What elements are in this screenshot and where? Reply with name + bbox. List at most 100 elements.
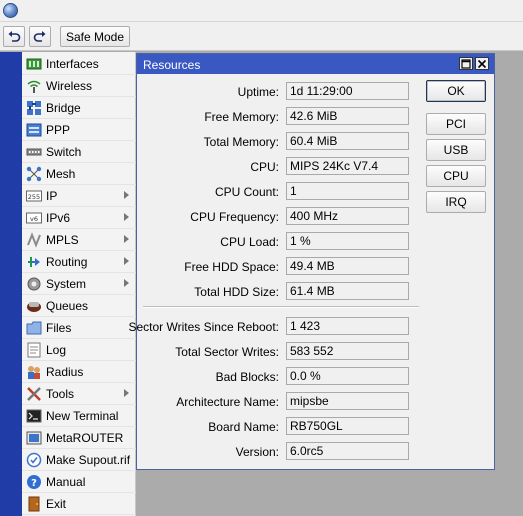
sidebar-item-interfaces[interactable]: Interfaces <box>22 53 136 75</box>
submenu-arrow-icon <box>124 235 129 243</box>
uptime-label: Uptime: <box>237 85 279 99</box>
safe-mode-label: Safe Mode <box>65 29 125 44</box>
sidebar-item-ppp[interactable]: PPP <box>22 119 136 141</box>
pci-button[interactable]: PCI <box>426 113 486 135</box>
cpu-frequency-field: 400 MHz <box>286 207 409 225</box>
free-memory-label: Free Memory: <box>204 110 279 124</box>
cpu-load-label: CPU Load: <box>220 235 279 249</box>
log-icon <box>26 342 42 358</box>
sidebar-item-ipv6[interactable]: v6 IPv6 <box>22 207 136 229</box>
sidebar-item-ip[interactable]: 255 IP <box>22 185 136 207</box>
irq-button[interactable]: IRQ <box>426 191 486 213</box>
sidebar-item-mpls[interactable]: MPLS <box>22 229 136 251</box>
interfaces-icon <box>26 56 42 72</box>
queues-icon <box>26 298 42 314</box>
routing-icon <box>26 254 42 270</box>
free-memory-field: 42.6 MiB <box>286 107 409 125</box>
total-sector-writes-label: Total Sector Writes: <box>175 345 279 359</box>
toolbar: Safe Mode <box>0 22 523 51</box>
cpu-label: CPU: <box>250 160 279 174</box>
redo-button[interactable] <box>29 26 51 47</box>
close-icon <box>477 59 487 68</box>
submenu-arrow-icon <box>124 389 129 397</box>
total-memory-field: 60.4 MiB <box>286 132 409 150</box>
sidebar-item-routing[interactable]: Routing <box>22 251 136 273</box>
sidebar-item-log[interactable]: Log <box>22 339 136 361</box>
safe-mode-button[interactable]: Safe Mode <box>60 26 130 47</box>
wireless-icon <box>26 78 42 94</box>
cpu-frequency-label: CPU Frequency: <box>190 210 279 224</box>
sidebar-item-mesh[interactable]: Mesh <box>22 163 136 185</box>
cpu-count-field: 1 <box>286 182 409 200</box>
bad-blocks-field: 0.0 % <box>286 367 409 385</box>
supout-icon <box>26 452 42 468</box>
files-icon <box>26 320 42 336</box>
undo-icon <box>8 30 21 42</box>
section-divider <box>143 306 419 308</box>
ipv6-icon: v6 <box>26 210 42 226</box>
sidebar-item-files[interactable]: Files <box>22 317 136 339</box>
sidebar-menu: Interfaces Wireless Bridge PPP Switch Me… <box>22 52 136 516</box>
submenu-arrow-icon <box>124 191 129 199</box>
exit-icon <box>26 496 42 512</box>
manual-icon: ? <box>26 474 42 490</box>
window-title-bar[interactable]: Resources <box>137 54 494 74</box>
architecture-name-label: Architecture Name: <box>176 395 279 409</box>
sidebar-item-system[interactable]: System <box>22 273 136 295</box>
mesh-icon <box>26 166 42 182</box>
sector-writes-since-reboot-field: 1 423 <box>286 317 409 335</box>
board-name-label: Board Name: <box>208 420 279 434</box>
system-icon <box>26 276 42 292</box>
ok-button[interactable]: OK <box>426 80 486 102</box>
svg-text:255: 255 <box>28 193 40 201</box>
sidebar-item-manual[interactable]: ? Manual <box>22 471 136 493</box>
submenu-arrow-icon <box>124 279 129 287</box>
usb-button[interactable]: USB <box>426 139 486 161</box>
app-title-bar <box>0 0 523 22</box>
sidebar-item-tools[interactable]: Tools <box>22 383 136 405</box>
sidebar-item-switch[interactable]: Switch <box>22 141 136 163</box>
free-hdd-space-label: Free HDD Space: <box>184 260 279 274</box>
version-label: Version: <box>235 445 279 459</box>
board-name-field: RB750GL <box>286 417 409 435</box>
tools-icon <box>26 386 42 402</box>
sector-writes-since-reboot-label: Sector Writes Since Reboot: <box>128 320 279 334</box>
cpu-field: MIPS 24Kc V7.4 <box>286 157 409 175</box>
sidebar-item-bridge[interactable]: Bridge <box>22 97 136 119</box>
ppp-icon <box>26 122 42 138</box>
sidebar-item-exit[interactable]: Exit <box>22 493 136 515</box>
close-button[interactable] <box>475 57 489 70</box>
total-sector-writes-field: 583 552 <box>286 342 409 360</box>
svg-text:v6: v6 <box>30 215 38 223</box>
undo-button[interactable] <box>3 26 25 47</box>
cpu-count-label: CPU Count: <box>214 185 279 199</box>
redo-icon <box>33 30 46 42</box>
mpls-icon <box>26 231 42 248</box>
sidebar-item-make-supout[interactable]: Make Supout.rif <box>22 449 136 471</box>
maximize-icon <box>461 58 471 69</box>
sidebar-item-wireless[interactable]: Wireless <box>22 75 136 97</box>
maximize-button[interactable] <box>459 57 473 70</box>
sidebar-item-queues[interactable]: Queues <box>22 295 136 317</box>
submenu-arrow-icon <box>124 257 129 265</box>
radius-icon <box>26 364 42 380</box>
sidebar-item-new-terminal[interactable]: New Terminal <box>22 405 136 427</box>
winbox-logo-icon <box>3 3 18 18</box>
svg-text:?: ? <box>31 478 37 489</box>
resources-window: Resources Uptime: 1d 11:29:00 Free Memor… <box>128 53 495 470</box>
sidebar-brand-strip <box>0 52 22 516</box>
total-memory-label: Total Memory: <box>203 135 279 149</box>
cpu-button[interactable]: CPU <box>426 165 486 187</box>
total-hdd-size-label: Total HDD Size: <box>194 285 279 299</box>
submenu-arrow-icon <box>124 213 129 221</box>
free-hdd-space-field: 49.4 MB <box>286 257 409 275</box>
window-title: Resources <box>143 58 201 72</box>
sidebar-item-radius[interactable]: Radius <box>22 361 136 383</box>
sidebar-item-metarouter[interactable]: MetaROUTER <box>22 427 136 449</box>
bridge-icon <box>26 100 42 116</box>
bad-blocks-label: Bad Blocks: <box>215 370 279 384</box>
total-hdd-size-field: 61.4 MB <box>286 282 409 300</box>
version-field: 6.0rc5 <box>286 442 409 460</box>
architecture-name-field: mipsbe <box>286 392 409 410</box>
ip-icon: 255 <box>26 188 42 204</box>
